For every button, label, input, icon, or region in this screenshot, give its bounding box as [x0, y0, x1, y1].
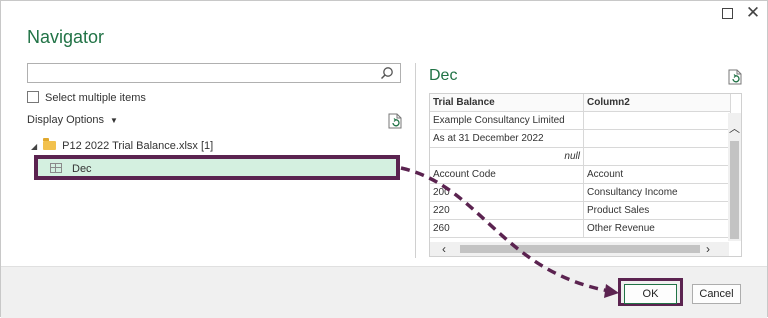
table-cell: Consultancy Income [583, 183, 731, 202]
display-options-label: Display Options [27, 114, 105, 126]
close-button[interactable]: ✕ [743, 3, 763, 23]
table-row: Account Code Account [430, 165, 731, 184]
panel-divider [415, 63, 416, 258]
table-row: 260 Other Revenue [430, 219, 731, 238]
column-header[interactable]: Column2 [583, 94, 731, 112]
scroll-right-icon[interactable]: › [706, 242, 710, 256]
dialog-title: Navigator [27, 27, 105, 47]
tree-item-dec[interactable]: Dec [34, 155, 400, 180]
scroll-up-icon[interactable]: ︿ [728, 120, 741, 136]
table-cell: Other Revenue [583, 219, 731, 238]
select-multiple-row[interactable]: Select multiple items [27, 91, 146, 104]
table-cell [583, 111, 731, 130]
table-row: As at 31 December 2022 [430, 129, 731, 148]
table-row: null [430, 147, 731, 166]
table-cell: 200 [430, 183, 584, 202]
preview-table: Trial Balance Column2 Example Consultanc… [430, 94, 731, 238]
table-row: Example Consultancy Limited [430, 111, 731, 130]
preview-refresh-icon[interactable] [728, 69, 742, 85]
table-row: 220 Product Sales [430, 201, 731, 220]
expand-triangle-icon[interactable]: ◢ [31, 142, 37, 151]
column-header[interactable]: Trial Balance [430, 94, 584, 112]
tree-file-label: P12 2022 Trial Balance.xlsx [1] [62, 140, 214, 152]
select-multiple-checkbox[interactable] [27, 91, 39, 103]
table-cell: Example Consultancy Limited [430, 111, 584, 130]
table-cell: 260 [430, 219, 584, 238]
search-icon[interactable] [380, 66, 394, 80]
header-row: Trial Balance Column2 [430, 94, 731, 112]
horizontal-scroll-thumb[interactable] [460, 245, 700, 253]
folder-icon [43, 138, 57, 150]
scroll-left-icon[interactable]: ‹ [442, 242, 446, 256]
table-cell: Account [583, 165, 731, 184]
caret-down-icon: ▼ [110, 116, 118, 125]
select-multiple-label: Select multiple items [45, 92, 146, 104]
table-row: 200 Consultancy Income [430, 183, 731, 202]
preview-grid: Trial Balance Column2 Example Consultanc… [429, 93, 742, 257]
table-cell: Account Code [430, 165, 584, 184]
table-cell: As at 31 December 2022 [430, 129, 584, 148]
table-icon [50, 163, 62, 173]
vertical-scrollbar[interactable]: ︿ [728, 113, 741, 241]
maximize-icon [721, 8, 733, 19]
table-cell: 220 [430, 201, 584, 220]
navigator-dialog: ✕ Navigator Select multiple items Displa… [0, 0, 768, 318]
table-cell [583, 147, 731, 166]
display-options-dropdown[interactable]: Display Options ▼ [27, 114, 118, 126]
table-cell: Product Sales [583, 201, 731, 220]
cancel-button[interactable]: Cancel [692, 284, 741, 304]
maximize-button[interactable] [717, 3, 737, 23]
table-cell [583, 129, 731, 148]
horizontal-scrollbar[interactable]: ‹ › [430, 242, 729, 256]
preview-title: Dec [429, 67, 458, 84]
vertical-scroll-thumb[interactable] [730, 141, 739, 239]
close-icon: ✕ [745, 3, 761, 22]
search-box[interactable] [27, 63, 401, 83]
tree-item-label: Dec [72, 163, 92, 175]
table-cell: null [430, 147, 584, 166]
ok-button[interactable]: OK [624, 284, 677, 304]
refresh-icon[interactable] [388, 113, 402, 129]
tree-file-node[interactable]: ◢ P12 2022 Trial Balance.xlsx [1] [31, 138, 214, 152]
